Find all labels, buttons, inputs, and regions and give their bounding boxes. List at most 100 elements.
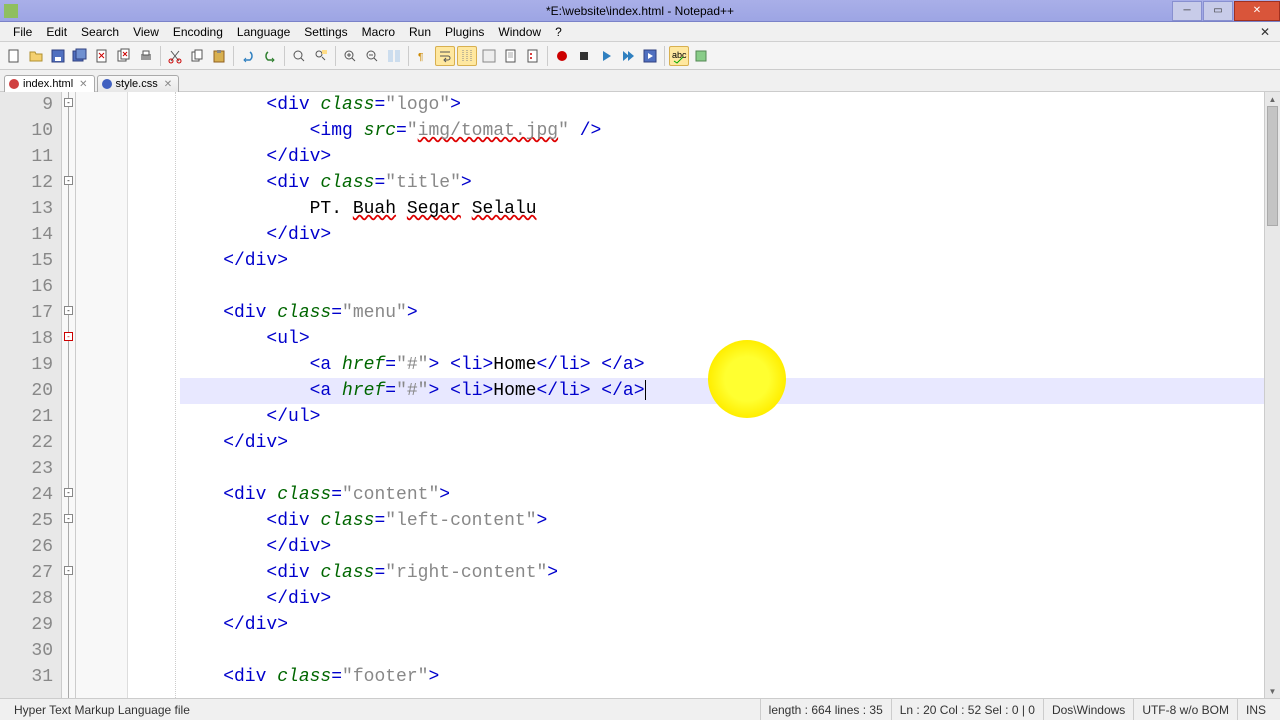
minimize-button[interactable]: ─ bbox=[1172, 1, 1202, 21]
editor-area[interactable]: 9 10 11 12 13 14 15 16 17 18 19 20 21 22… bbox=[0, 92, 1280, 698]
line-number: 26 bbox=[0, 534, 53, 560]
record-icon[interactable] bbox=[552, 46, 572, 66]
line-number: 23 bbox=[0, 456, 53, 482]
save-macro-icon[interactable] bbox=[640, 46, 660, 66]
line-number-gutter: 9 10 11 12 13 14 15 16 17 18 19 20 21 22… bbox=[0, 92, 62, 698]
play-icon[interactable] bbox=[596, 46, 616, 66]
open-file-icon[interactable] bbox=[26, 46, 46, 66]
udl-icon[interactable] bbox=[479, 46, 499, 66]
status-insert-mode[interactable]: INS bbox=[1237, 699, 1274, 720]
maximize-button[interactable]: ▭ bbox=[1203, 1, 1233, 21]
zoom-out-icon[interactable] bbox=[362, 46, 382, 66]
scroll-thumb[interactable] bbox=[1267, 106, 1278, 226]
print-icon[interactable] bbox=[136, 46, 156, 66]
status-eol[interactable]: Dos\Windows bbox=[1043, 699, 1133, 720]
fold-toggle-icon[interactable]: - bbox=[64, 514, 73, 523]
code-content[interactable]: <div class="logo"> <img src="img/tomat.j… bbox=[176, 92, 1264, 698]
doc-map-icon[interactable] bbox=[501, 46, 521, 66]
saved-indicator-icon bbox=[102, 79, 112, 89]
tab-label: style.css bbox=[116, 78, 158, 90]
scroll-up-icon[interactable]: ▲ bbox=[1265, 92, 1280, 106]
line-number: 9 bbox=[0, 92, 53, 118]
line-number: 27 bbox=[0, 560, 53, 586]
menu-plugins[interactable]: Plugins bbox=[438, 23, 491, 41]
show-invis-icon[interactable]: ¶ bbox=[413, 46, 433, 66]
close-all-icon[interactable] bbox=[114, 46, 134, 66]
menu-view[interactable]: View bbox=[126, 23, 166, 41]
status-language: Hyper Text Markup Language file bbox=[6, 699, 760, 720]
fold-toggle-icon[interactable]: - bbox=[64, 176, 73, 185]
line-number: 31 bbox=[0, 664, 53, 690]
status-encoding[interactable]: UTF-8 w/o BOM bbox=[1133, 699, 1237, 720]
fold-toggle-icon[interactable]: - bbox=[64, 488, 73, 497]
menu-search[interactable]: Search bbox=[74, 23, 126, 41]
copy-icon[interactable] bbox=[187, 46, 207, 66]
indent-guide-icon[interactable] bbox=[457, 46, 477, 66]
line-number: 14 bbox=[0, 222, 53, 248]
new-file-icon[interactable] bbox=[4, 46, 24, 66]
menu-bar: File Edit Search View Encoding Language … bbox=[0, 22, 1280, 42]
line-number: 12 bbox=[0, 170, 53, 196]
replace-icon[interactable] bbox=[311, 46, 331, 66]
plugin-icon[interactable] bbox=[691, 46, 711, 66]
line-number: 17 bbox=[0, 300, 53, 326]
status-length: length : 664 lines : 35 bbox=[760, 699, 891, 720]
line-number: 16 bbox=[0, 274, 53, 300]
scroll-down-icon[interactable]: ▼ bbox=[1265, 684, 1280, 698]
window-title: *E:\website\index.html - Notepad++ bbox=[546, 4, 734, 18]
line-number: 25 bbox=[0, 508, 53, 534]
cut-icon[interactable] bbox=[165, 46, 185, 66]
menu-edit[interactable]: Edit bbox=[39, 23, 74, 41]
wordwrap-icon[interactable] bbox=[435, 46, 455, 66]
tab-index-html[interactable]: index.html ✕ bbox=[4, 75, 95, 92]
menu-macro[interactable]: Macro bbox=[355, 23, 402, 41]
fold-margin[interactable]: - - - - - - - bbox=[62, 92, 76, 698]
line-number: 30 bbox=[0, 638, 53, 664]
menu-settings[interactable]: Settings bbox=[297, 23, 354, 41]
menu-window[interactable]: Window bbox=[491, 23, 548, 41]
play-multi-icon[interactable] bbox=[618, 46, 638, 66]
tab-close-icon[interactable]: ✕ bbox=[164, 79, 172, 90]
line-number: 11 bbox=[0, 144, 53, 170]
fold-toggle-icon[interactable]: - bbox=[64, 566, 73, 575]
menu-run[interactable]: Run bbox=[402, 23, 438, 41]
undo-icon[interactable] bbox=[238, 46, 258, 66]
menu-encoding[interactable]: Encoding bbox=[166, 23, 230, 41]
redo-icon[interactable] bbox=[260, 46, 280, 66]
line-number: 10 bbox=[0, 118, 53, 144]
tab-bar: index.html ✕ style.css ✕ bbox=[0, 70, 1280, 92]
menu-language[interactable]: Language bbox=[230, 23, 297, 41]
line-number: 21 bbox=[0, 404, 53, 430]
status-bar: Hyper Text Markup Language file length :… bbox=[0, 698, 1280, 720]
tab-label: index.html bbox=[23, 78, 73, 90]
tab-close-icon[interactable]: ✕ bbox=[79, 79, 87, 90]
sync-scroll-icon[interactable] bbox=[384, 46, 404, 66]
line-number: 18 bbox=[0, 326, 53, 352]
line-number: 28 bbox=[0, 586, 53, 612]
change-margin bbox=[76, 92, 128, 698]
func-list-icon[interactable] bbox=[523, 46, 543, 66]
line-number: 13 bbox=[0, 196, 53, 222]
save-all-icon[interactable] bbox=[70, 46, 90, 66]
title-bar: *E:\website\index.html - Notepad++ ─ ▭ ✕ bbox=[0, 0, 1280, 22]
toolbar: ¶ abc bbox=[0, 42, 1280, 70]
stop-icon[interactable] bbox=[574, 46, 594, 66]
svg-text:abc: abc bbox=[672, 50, 687, 60]
modified-indicator-icon bbox=[9, 79, 19, 89]
find-icon[interactable] bbox=[289, 46, 309, 66]
zoom-in-icon[interactable] bbox=[340, 46, 360, 66]
fold-toggle-icon[interactable]: - bbox=[64, 98, 73, 107]
menu-file[interactable]: File bbox=[6, 23, 39, 41]
spellcheck-icon[interactable]: abc bbox=[669, 46, 689, 66]
menu-help[interactable]: ? bbox=[548, 23, 569, 41]
paste-icon[interactable] bbox=[209, 46, 229, 66]
save-icon[interactable] bbox=[48, 46, 68, 66]
doc-close-icon[interactable]: ✕ bbox=[1256, 25, 1274, 39]
tab-style-css[interactable]: style.css ✕ bbox=[97, 75, 180, 92]
close-file-icon[interactable] bbox=[92, 46, 112, 66]
fold-toggle-icon[interactable]: - bbox=[64, 332, 73, 341]
app-icon bbox=[4, 4, 18, 18]
close-button[interactable]: ✕ bbox=[1234, 1, 1280, 21]
fold-toggle-icon[interactable]: - bbox=[64, 306, 73, 315]
vertical-scrollbar[interactable]: ▲ ▼ bbox=[1264, 92, 1280, 698]
